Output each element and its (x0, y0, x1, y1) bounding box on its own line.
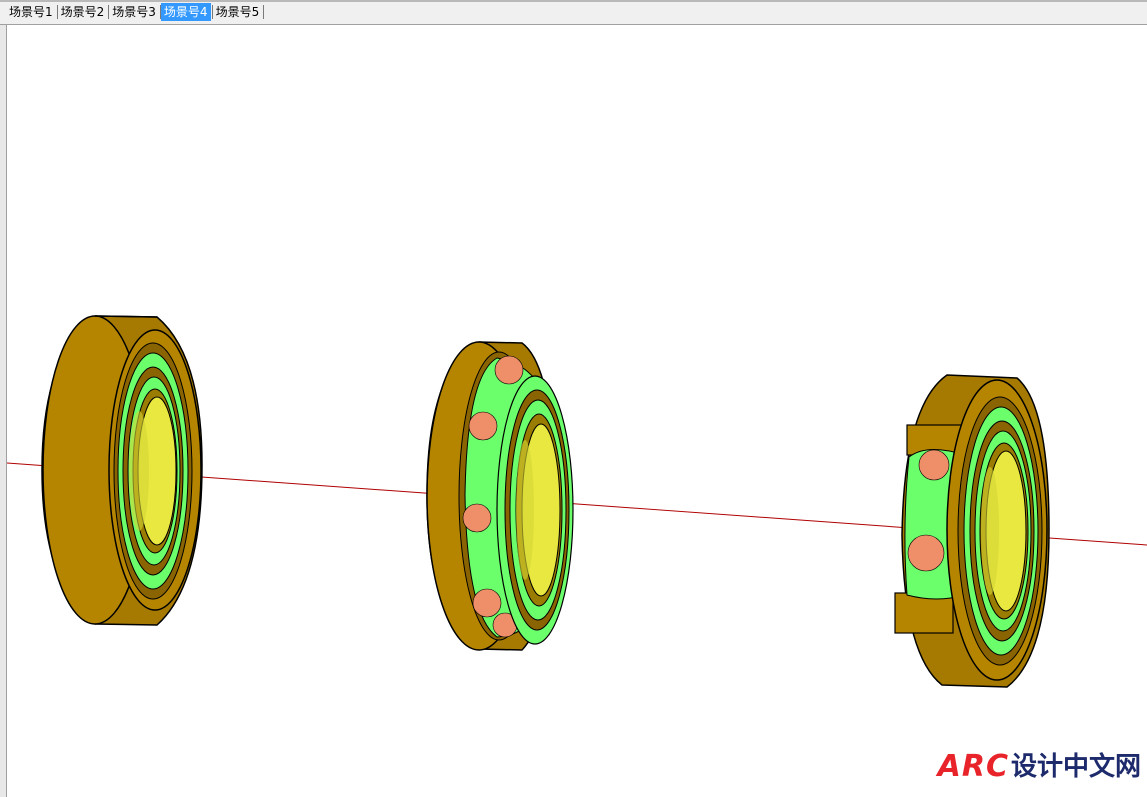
watermark-brand: ARC (937, 749, 1009, 784)
ball (494, 355, 524, 385)
tab-scene-2[interactable]: 场景号2 (58, 3, 109, 21)
ball (468, 411, 498, 441)
scene-tabs: 场景号1 场景号2 场景号3 场景号4 场景号5 (6, 3, 264, 21)
scene-canvas (7, 315, 1147, 688)
scene-tab-bar: 场景号1 场景号2 场景号3 场景号4 场景号5 (0, 0, 1147, 25)
ball (907, 534, 945, 572)
3d-viewport[interactable]: ARC 设计中文网 (7, 25, 1147, 797)
tab-scene-1[interactable]: 场景号1 (6, 3, 58, 21)
bearing-right[interactable] (894, 374, 1050, 688)
tab-scene-3[interactable]: 场景号3 (109, 3, 161, 21)
top-edge (0, 0, 1147, 2)
tab-scene-5[interactable]: 场景号5 (213, 3, 264, 21)
watermark-text: 设计中文网 (1010, 752, 1141, 782)
ball (918, 449, 950, 481)
tab-scene-4[interactable]: 场景号4 (160, 3, 213, 21)
bearing-left[interactable] (41, 315, 203, 626)
watermark-logo: ARC 设计中文网 (938, 751, 1141, 783)
bearing-middle[interactable] (426, 341, 574, 651)
ball (462, 503, 492, 533)
left-panel-edge (0, 25, 7, 797)
ball (472, 588, 502, 618)
